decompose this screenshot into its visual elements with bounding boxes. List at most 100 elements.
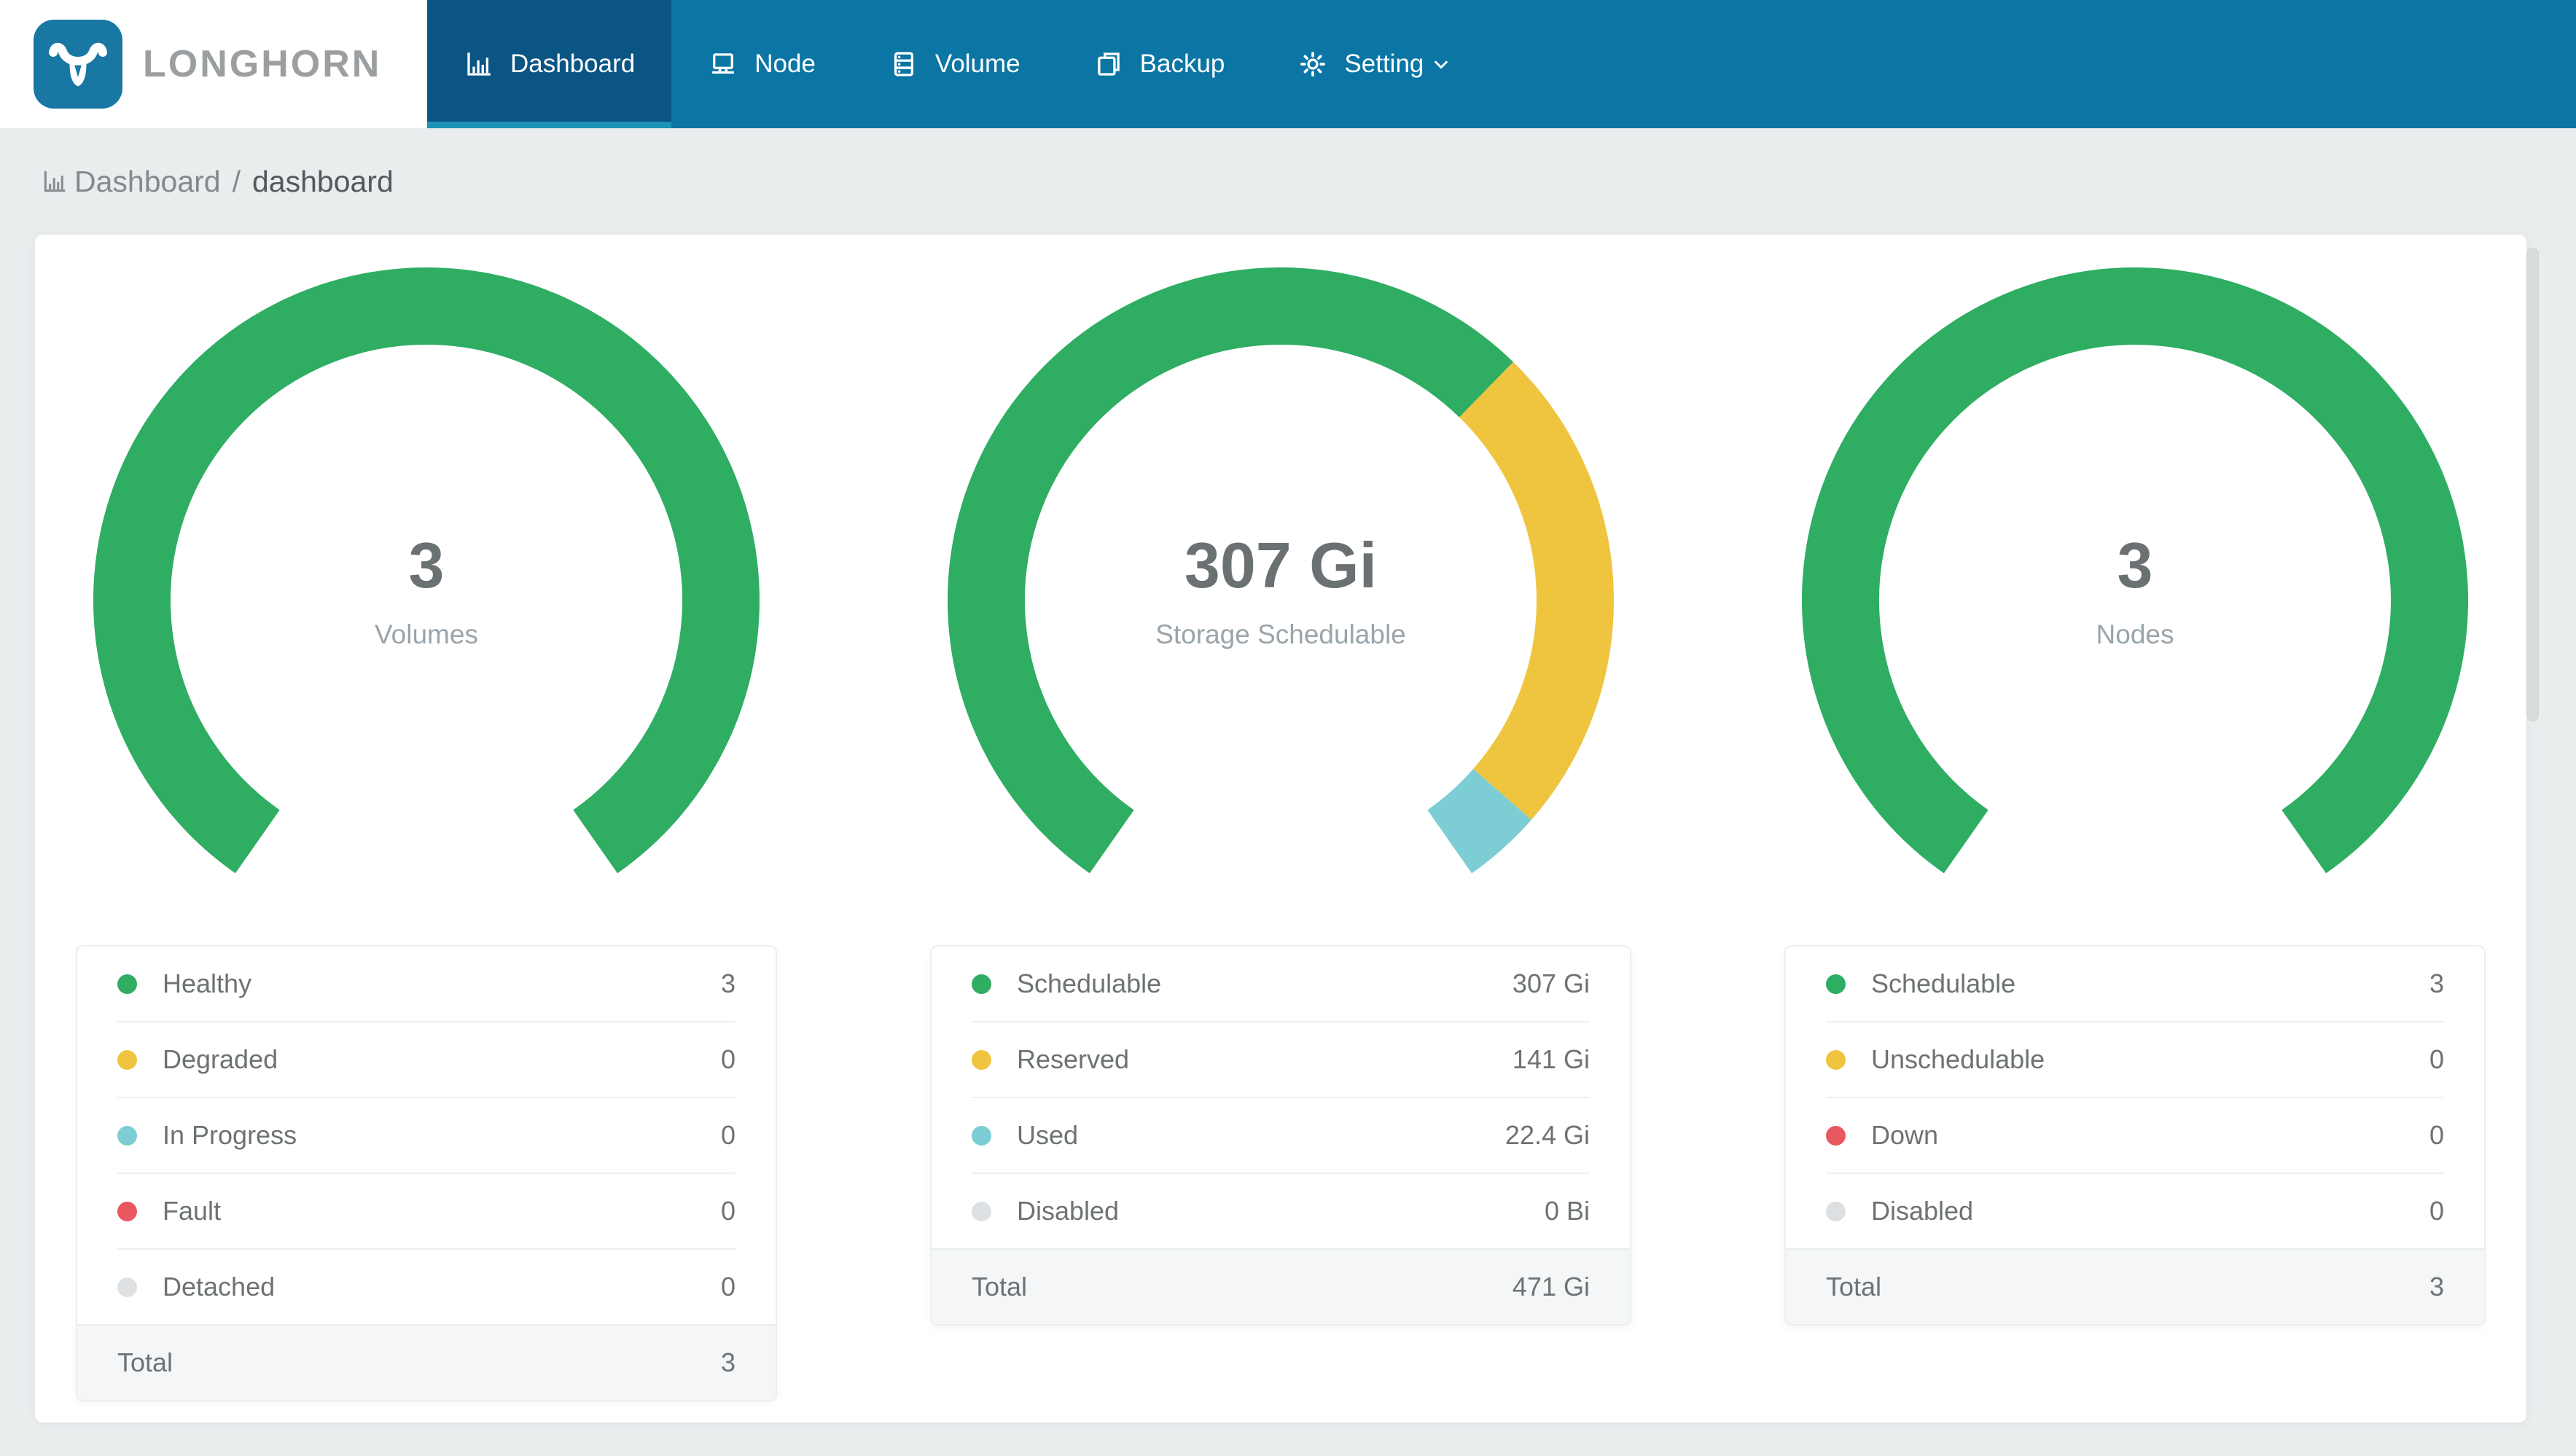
gauge-volumes: 3 Volumes (91, 267, 762, 880)
legend-row-total: Total 3 (77, 1324, 776, 1400)
status-dot (1826, 1201, 1846, 1221)
legend-label: Reserved (1017, 1044, 1130, 1074)
legend-label: In Progress (163, 1120, 297, 1150)
legend-row-degraded: Degraded 0 (77, 1022, 776, 1097)
legend-label: Detached (163, 1272, 276, 1302)
gauge-segment-schedulable (1802, 267, 2468, 874)
legend-label: Healthy (163, 968, 252, 998)
gauge-panels: 3 Volumes Healthy 3 Degraded 0 In Progre… (35, 235, 2526, 1401)
status-dot (117, 1201, 137, 1221)
status-dot (117, 974, 137, 994)
gauge-segment-healthy (93, 267, 760, 874)
document-icon (1093, 49, 1124, 79)
legend-row-down: Down 0 (1786, 1098, 2484, 1173)
status-dot (117, 1277, 137, 1297)
status-dot (117, 1125, 137, 1146)
legend-value: 0 (720, 1044, 735, 1074)
gauge-svg (948, 267, 1614, 874)
legend-value: 0 (720, 1120, 735, 1150)
legend-label: Disabled (1871, 1196, 1974, 1226)
legend-label: Fault (163, 1196, 222, 1226)
nav-item-backup[interactable]: Backup (1057, 0, 1262, 128)
breadcrumb: Dashboard / dashboard (0, 128, 2576, 235)
vertical-scrollbar-thumb[interactable] (2526, 248, 2539, 721)
legend-label: Disabled (1017, 1196, 1120, 1226)
legend-row-used: Used 22.4 Gi (932, 1098, 1630, 1173)
gauge-svg (1802, 267, 2468, 874)
legend-label: Degraded (163, 1044, 278, 1074)
nav-item-label: Dashboard (510, 50, 636, 78)
legend-value: 3 (2429, 968, 2444, 998)
brand-logo[interactable]: LONGHORN (0, 0, 427, 128)
nav-item-volume[interactable]: Volume (852, 0, 1057, 128)
gauge-segment-reserved (1459, 361, 1614, 820)
status-dot (972, 1125, 991, 1146)
legend-row-in-progress: In Progress 0 (77, 1098, 776, 1173)
legend-value: 0 (2429, 1196, 2444, 1226)
legend-row-detached: Detached 0 (77, 1250, 776, 1324)
bar-chart-icon (41, 168, 69, 195)
breadcrumb-section[interactable]: Dashboard (74, 165, 221, 199)
total-value: 3 (720, 1347, 735, 1377)
legend-label: Unschedulable (1871, 1044, 2045, 1074)
breadcrumb-page: dashboard (251, 164, 394, 198)
legend-row-total: Total 3 (1786, 1248, 2484, 1324)
legend-value: 307 Gi (1512, 968, 1590, 998)
nav-item-setting[interactable]: Setting (1261, 0, 1491, 128)
legend-row-healthy: Healthy 3 (77, 947, 776, 1021)
nav-item-node[interactable]: Node (671, 0, 852, 128)
total-value: 471 Gi (1512, 1272, 1590, 1302)
legend-row-reserved: Reserved 141 Gi (932, 1022, 1630, 1097)
gauge-segment-used (1426, 768, 1531, 874)
status-dot (972, 1049, 991, 1070)
dashboard-card: 3 Volumes Healthy 3 Degraded 0 In Progre… (35, 235, 2526, 1422)
gauge-segment-schedulable (948, 267, 1513, 874)
breadcrumb-separator: / (232, 164, 241, 198)
legend-value: 0 (720, 1272, 735, 1302)
legend-label: Schedulable (1017, 968, 1162, 998)
nav-item-label: Backup (1139, 50, 1225, 78)
legend-row-fault: Fault 0 (77, 1174, 776, 1248)
panel-nodes: 3 Nodes Schedulable 3 Unschedulable 0 Do… (1784, 267, 2486, 1401)
server-icon (889, 49, 919, 79)
panel-volumes: 3 Volumes Healthy 3 Degraded 0 In Progre… (76, 267, 777, 1401)
status-dot (1826, 974, 1846, 994)
gauge-storage-schedulable: 307 Gi Storage Schedulable (945, 267, 1616, 880)
legend-value: 0 (720, 1196, 735, 1226)
legend-row-unschedulable: Unschedulable 0 (1786, 1022, 2484, 1097)
nav-tabs: Dashboard Node Volume Backup Setting (427, 0, 1491, 128)
legend-value: 0 Bi (1544, 1196, 1590, 1226)
total-label: Total (117, 1347, 173, 1377)
legend-value: 141 Gi (1512, 1044, 1590, 1074)
legend-row-disabled: Disabled 0 Bi (932, 1174, 1630, 1248)
total-value: 3 (2429, 1272, 2444, 1302)
total-label: Total (1826, 1272, 1882, 1302)
status-dot (1826, 1049, 1846, 1070)
legend-table-volumes: Healthy 3 Degraded 0 In Progress 0 Fault… (76, 945, 777, 1401)
legend-label: Down (1871, 1120, 1939, 1150)
status-dot (972, 974, 991, 994)
total-label: Total (972, 1272, 1028, 1302)
legend-value: 0 (2429, 1120, 2444, 1150)
chevron-down-icon (1428, 51, 1454, 77)
legend-table-storage-schedulable: Schedulable 307 Gi Reserved 141 Gi Used … (930, 945, 1631, 1326)
panel-storage-schedulable: 307 Gi Storage Schedulable Schedulable 3… (930, 267, 1631, 1401)
top-nav: LONGHORN Dashboard Node Volume Backup Settin… (0, 0, 2576, 128)
gear-icon (1297, 49, 1328, 79)
legend-value: 3 (720, 968, 735, 998)
status-dot (1826, 1125, 1846, 1146)
nav-item-label: Volume (934, 50, 1020, 78)
legend-label: Used (1017, 1120, 1079, 1150)
laptop-icon (708, 49, 738, 79)
nav-item-label: Setting (1344, 50, 1424, 78)
nav-item-label: Node (754, 50, 816, 78)
legend-label: Schedulable (1871, 968, 2016, 998)
legend-row-schedulable: Schedulable 307 Gi (932, 947, 1630, 1021)
nav-item-dashboard[interactable]: Dashboard (427, 0, 672, 128)
legend-value: 0 (2429, 1044, 2444, 1074)
brand-name: LONGHORN (143, 43, 382, 85)
bar-chart-icon (464, 49, 494, 79)
legend-row-schedulable: Schedulable 3 (1786, 947, 2484, 1021)
longhorn-logo-icon (34, 20, 122, 109)
legend-value: 22.4 Gi (1504, 1120, 1590, 1150)
